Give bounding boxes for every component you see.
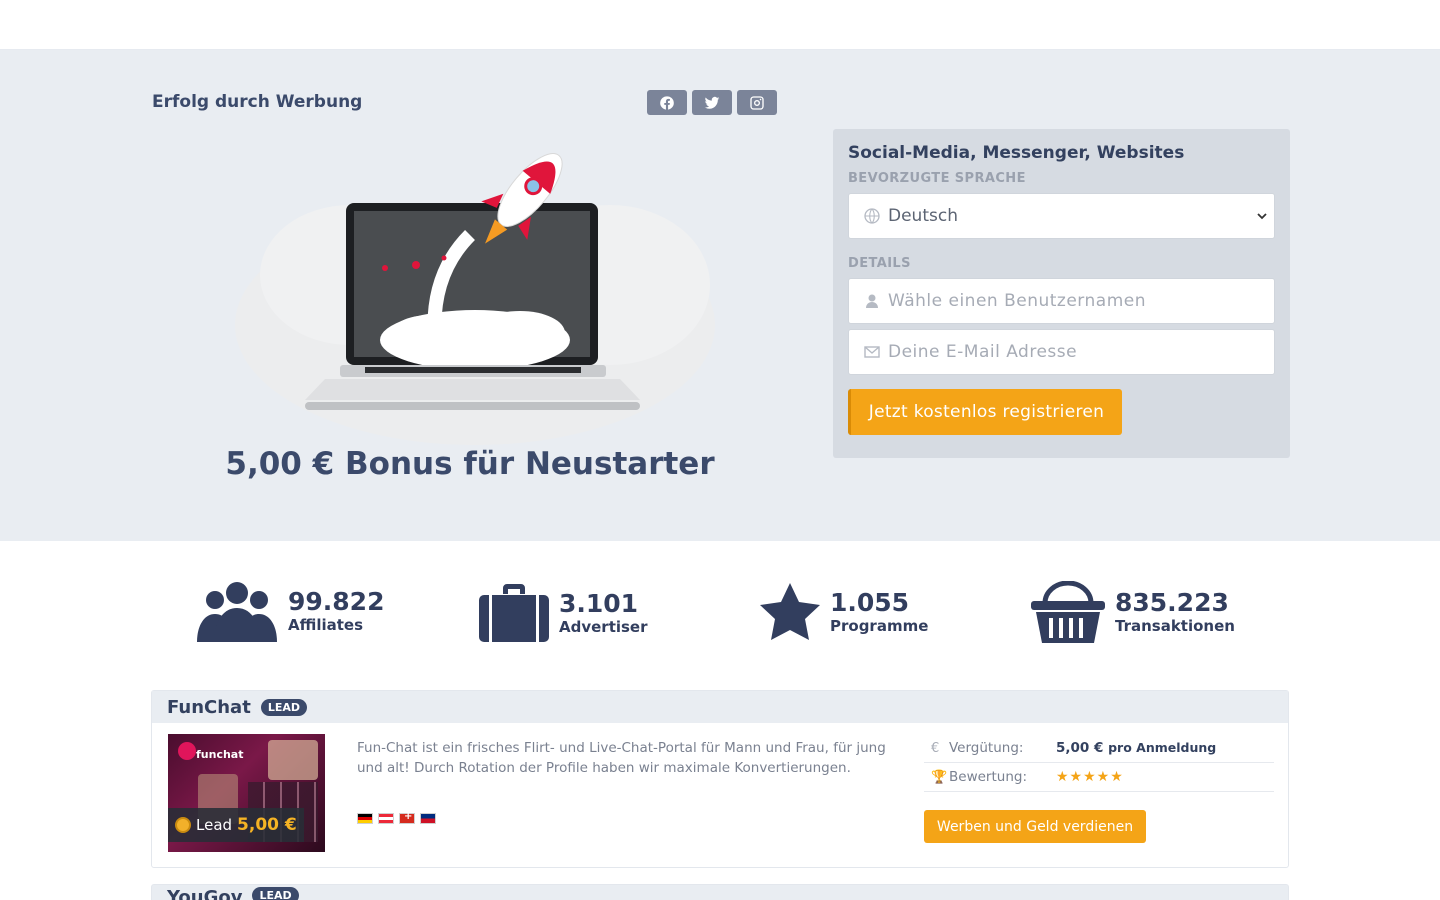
stat-advertiser: 3.101 Advertiser — [479, 584, 648, 642]
twitter-icon — [704, 96, 720, 109]
statistics: 99.822 Affiliates 3.101 Advertiser 1.055… — [0, 580, 1440, 644]
facebook-button[interactable] — [647, 90, 687, 115]
registration-heading: Social-Media, Messenger, Websites — [848, 143, 1185, 163]
details-label: DETAILS — [848, 256, 911, 271]
stat-value: 1.055 — [830, 588, 910, 617]
bonus-headline: 5,00 € Bonus für Neustarter — [225, 446, 715, 482]
stat-programme: 1.055 Programme — [760, 583, 928, 641]
stat-label: Transaktionen — [1115, 617, 1235, 635]
language-label: BEVORZUGTE SPRACHE — [848, 171, 1026, 186]
flag-ch-icon — [399, 811, 415, 824]
heart-logo-icon — [178, 742, 196, 760]
twitter-button[interactable] — [692, 90, 732, 115]
rating-row: 🏆 Bewertung: ★★★★★ — [924, 763, 1274, 792]
coins-icon — [175, 817, 191, 833]
euro-icon: € — [931, 740, 940, 756]
hero-title: Erfolg durch Werbung — [152, 92, 363, 112]
thumbnail-photo — [268, 740, 318, 780]
program-name[interactable]: YouGov — [167, 887, 242, 900]
star-icon — [760, 583, 820, 640]
country-flags — [357, 811, 436, 824]
stat-value: 99.822 — [288, 587, 385, 616]
lead-badge: LEAD — [252, 887, 299, 900]
stat-label: Advertiser — [559, 618, 648, 636]
username-field[interactable]: Wähle einen Benutzernamen — [848, 278, 1275, 324]
stat-affiliates: 99.822 Affiliates — [196, 580, 384, 642]
email-field[interactable]: Deine E-Mail Adresse — [848, 329, 1275, 375]
program-card: YouGov LEAD — [151, 884, 1289, 900]
basket-icon — [1031, 581, 1105, 643]
trophy-icon: 🏆 — [931, 769, 948, 785]
stat-label: Affiliates — [288, 616, 364, 634]
program-description: Fun-Chat ist ein frisches Flirt- und Liv… — [357, 740, 886, 776]
flag-at-icon — [378, 813, 394, 824]
compensation-row: € Vergütung: 5,00 € pro Anmeldung — [924, 734, 1274, 763]
compensation-value: 5,00 € — [1056, 740, 1104, 756]
facebook-icon — [660, 95, 674, 110]
program-name[interactable]: FunChat — [167, 697, 251, 718]
thumbnail-logo: funchat — [196, 748, 244, 761]
hero-section: Erfolg durch Werbung 5,00 € Bonus für Ne… — [0, 50, 1440, 541]
language-value: Deutsch — [888, 206, 958, 226]
rocket-laptop-illustration — [235, 153, 715, 445]
program-card-header: FunChat LEAD — [152, 691, 1288, 723]
lead-badge: LEAD — [260, 698, 307, 716]
envelope-icon — [864, 346, 880, 358]
top-navbar — [0, 0, 1440, 50]
program-card: FunChat LEAD funchat Lead 5,00 € Fun-Cha… — [151, 690, 1289, 868]
stat-transaktionen: 835.223 Transaktionen — [1031, 581, 1235, 643]
compensation-unit: pro Anmeldung — [1108, 740, 1217, 755]
instagram-button[interactable] — [737, 90, 777, 115]
stat-value: 3.101 — [559, 589, 639, 618]
registration-form: Social-Media, Messenger, Websites BEVORZ… — [833, 129, 1290, 458]
rating-stars: ★★★★★ — [1056, 769, 1124, 785]
program-info: € Vergütung: 5,00 € pro Anmeldung 🏆 Bewert… — [924, 734, 1274, 792]
users-icon — [197, 582, 277, 642]
stat-label: Programme — [830, 617, 929, 635]
rating-label: Bewertung: — [949, 769, 1027, 785]
chevron-down-icon — [1257, 213, 1267, 220]
globe-icon — [864, 208, 880, 224]
instagram-icon — [750, 95, 764, 110]
flag-de-icon — [357, 813, 373, 824]
register-button[interactable]: Jetzt kostenlos registrieren — [848, 389, 1122, 435]
email-placeholder: Deine E-Mail Adresse — [888, 342, 1078, 362]
username-placeholder: Wähle einen Benutzernamen — [888, 291, 1146, 311]
user-icon — [866, 294, 878, 308]
compensation-label: Vergütung: — [949, 740, 1024, 756]
lead-label: Lead — [196, 816, 233, 834]
earn-money-button[interactable]: Werben und Geld verdienen — [924, 810, 1146, 843]
social-links — [647, 90, 777, 115]
lead-price-tag: Lead 5,00 € — [168, 808, 304, 842]
lead-amount: 5,00 € — [237, 815, 297, 835]
briefcase-icon — [479, 584, 549, 642]
flag-li-icon — [420, 813, 436, 824]
language-select[interactable]: Deutsch — [848, 193, 1275, 239]
stat-value: 835.223 — [1115, 588, 1229, 617]
